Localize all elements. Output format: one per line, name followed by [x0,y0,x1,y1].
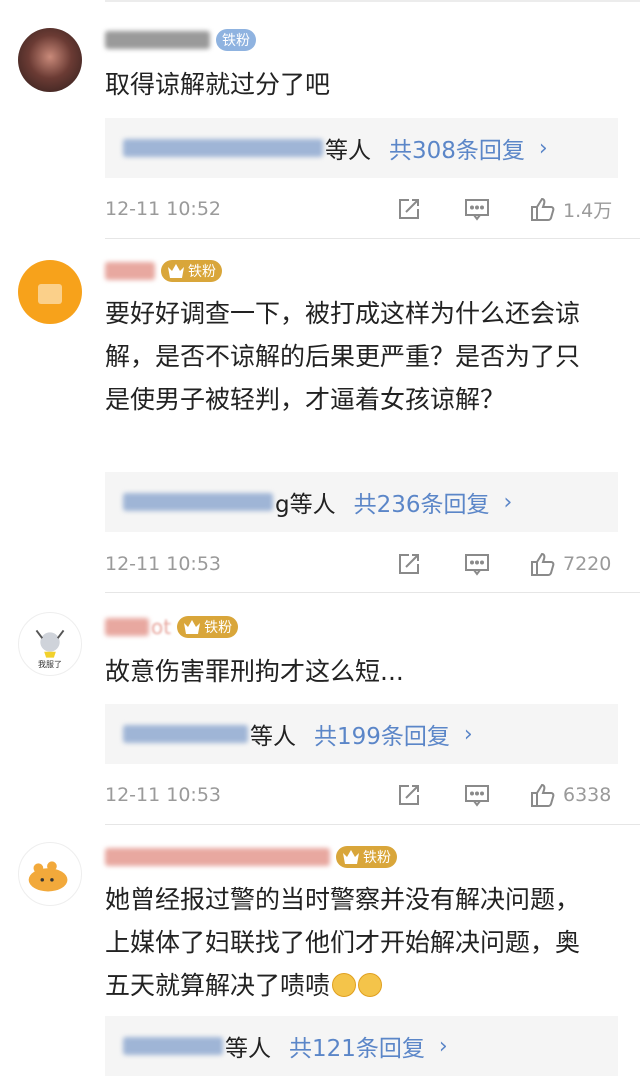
username-row: 铁粉 [105,256,222,286]
comment-icon[interactable] [463,195,491,223]
share-icon[interactable] [395,781,423,809]
avatar-caption: 我服了 [38,660,62,669]
crown-icon [184,620,201,634]
bear-avatar-icon [28,861,68,892]
username[interactable] [105,848,330,866]
comment-icon[interactable] [463,781,491,809]
comment-text: 要好好调查一下，被打成这样为什么还会谅解，是否不谅解的后果更严重？是否为了只是使… [105,299,581,414]
like-count: 6338 [563,784,612,806]
fan-badge-label: 铁粉 [363,850,391,866]
comment-text: 取得谅解就过分了吧 [105,70,331,99]
timestamp: 12-11 10:53 [105,784,222,806]
divider [105,592,640,593]
action-bar: 7220 [395,550,611,578]
avatar[interactable] [18,28,82,92]
reply-box[interactable]: 等人 共199条回复 › [105,704,618,764]
share-icon[interactable] [395,550,423,578]
reply-usernames [123,493,273,511]
username-row: ot 铁粉 [105,612,239,642]
reply-usernames [123,725,248,743]
reply-suffix: 等人 [225,1036,271,1062]
reply-box[interactable]: 等人 共121条回复 › [105,1016,618,1076]
avatar[interactable] [18,260,82,324]
comment-item: 铁粉 取得谅解就过分了吧 等人 共308条回复 › 12-11 10:52 1.… [0,0,640,240]
divider [105,238,640,239]
placeholder-avatar-icon [38,284,62,304]
laugh-cry-emoji-icon [358,973,383,997]
timestamp: 12-11 10:53 [105,553,222,575]
username[interactable] [105,262,155,280]
username[interactable] [105,618,149,636]
like-icon[interactable] [529,195,557,223]
comment-meta: 12-11 10:53 7220 [105,547,620,581]
chevron-right-icon: › [538,135,548,161]
username-row: 铁粉 [105,842,397,872]
username-row: 铁粉 [105,25,256,55]
chevron-right-icon: › [503,489,513,515]
reply-suffix: 等人 [250,724,296,750]
chevron-right-icon: › [438,1033,448,1059]
divider [105,824,640,825]
fan-badge: 铁粉 [177,616,239,638]
comment-item: 铁粉 要好好调查一下，被打成这样为什么还会谅解，是否不谅解的后果更严重？是否为了… [0,240,640,593]
comment-text: 她曾经报过警的当时警察并没有解决问题，上媒体了妇联找了他们才开始解决问题，奥五天… [105,878,600,1007]
laugh-cry-emoji-icon [332,973,357,997]
action-bar: 1.4万 [395,195,612,223]
comment-icon[interactable] [463,550,491,578]
avatar[interactable]: 我服了 [18,612,82,676]
fan-badge-label: 铁粉 [204,620,233,636]
reply-count-link[interactable]: 共308条回复 [389,131,525,165]
comment-meta: 12-11 10:53 6338 [105,778,620,812]
reply-count-link[interactable]: 共236条回复 [354,485,490,519]
reply-box[interactable]: 等人 共308条回复 › [105,118,618,178]
like-count: 1.4万 [563,199,613,222]
like-icon[interactable] [529,781,557,809]
crown-icon [343,850,359,864]
timestamp: 12-11 10:52 [105,198,222,220]
fan-badge-label: 铁粉 [188,264,216,280]
comment-text: 故意伤害罪刑拘才这么短... [105,657,404,686]
share-icon[interactable] [395,195,423,223]
comment-meta: 12-11 10:52 1.4万 [105,192,620,226]
username-tail: ot [151,615,172,639]
fan-badge: 铁粉 [161,260,222,282]
like-count: 7220 [563,553,612,575]
crown-icon [168,264,184,278]
action-bar: 6338 [395,781,611,809]
reply-suffix: g等人 [275,492,336,518]
reply-usernames [123,139,323,157]
like-icon[interactable] [529,550,557,578]
fan-badge: 铁粉 [336,846,397,868]
avatar[interactable] [18,842,82,906]
reply-count-link[interactable]: 共199条回复 [314,717,450,751]
reply-count-link[interactable]: 共121条回复 [289,1029,425,1063]
reply-box[interactable]: g等人 共236条回复 › [105,472,618,532]
fan-badge: 铁粉 [216,29,256,51]
reply-usernames [123,1037,223,1055]
comment-item: 我服了 ot 铁粉 故意伤害罪刑拘才这么短... 等人 共199条回复 › 12… [0,594,640,828]
reply-suffix: 等人 [325,138,371,164]
username[interactable] [105,31,210,49]
chevron-right-icon: › [463,721,473,747]
comment-item: 铁粉 她曾经报过警的当时警察并没有解决问题，上媒体了妇联找了他们才开始解决问题，… [0,826,640,1076]
